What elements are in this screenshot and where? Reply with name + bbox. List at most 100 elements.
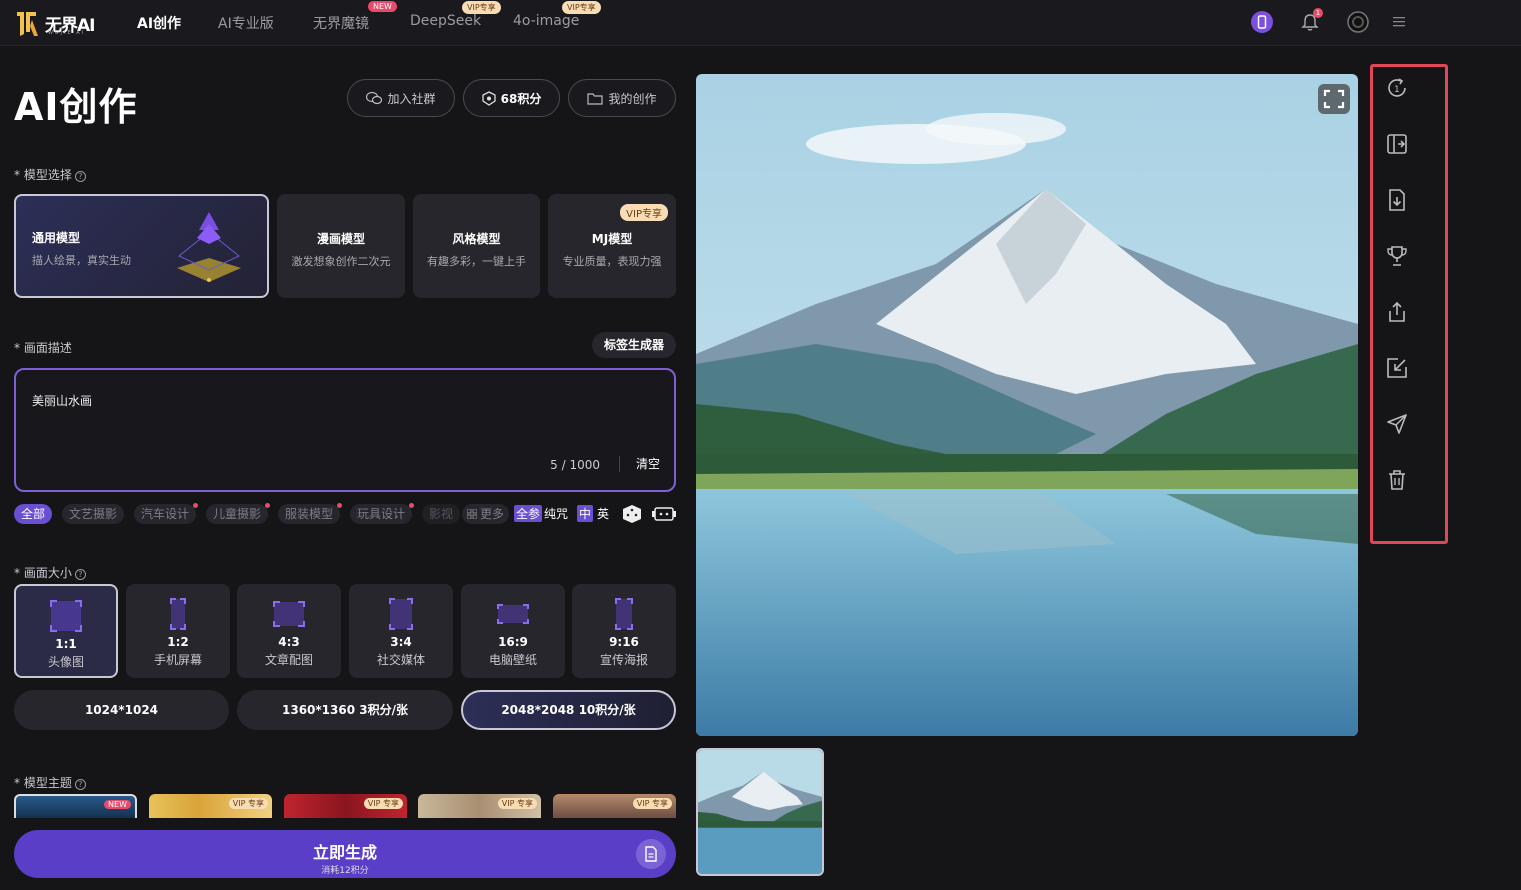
menu-button[interactable] <box>1389 11 1411 33</box>
theme-section-text: * 模型主题 <box>14 776 72 790</box>
nav-tab-ai-create[interactable]: AI创作 <box>137 13 181 33</box>
prompt-textarea[interactable]: 美丽山水画 5 / 1000 清空 <box>14 368 676 492</box>
nav-tab-ai-pro[interactable]: AI专业版 <box>218 13 274 33</box>
model-title: 风格模型 <box>452 232 501 246</box>
chip-label: 文艺摄影 <box>69 507 118 521</box>
fullscreen-icon <box>1323 89 1345 109</box>
ratio-name: 社交媒体 <box>376 653 425 667</box>
dice-icon[interactable] <box>622 504 642 524</box>
theme-card[interactable]: VIP 专享 <box>149 794 272 818</box>
more-label: 更多 <box>480 507 505 521</box>
my-creations-button[interactable]: 我的创作 <box>568 79 676 117</box>
open-external-icon[interactable] <box>1385 356 1409 380</box>
mobile-app-button[interactable] <box>1251 11 1273 33</box>
join-community-button[interactable]: 加入社群 <box>347 79 455 117</box>
ratio-3-4[interactable]: 3:4 社交媒体 <box>349 584 453 678</box>
chip-label: 汽车设计 <box>141 507 190 521</box>
model-card-general[interactable]: 通用模型 描人绘景，真实生动 <box>14 194 269 298</box>
resolution-1024[interactable]: 1024*1024 <box>14 690 229 730</box>
clear-button[interactable]: 清空 <box>636 455 660 472</box>
tag-generator-button[interactable]: 标签生成器 <box>592 332 676 358</box>
generate-button[interactable]: 立即生成 消耗12积分 <box>14 830 676 878</box>
model-card-mj[interactable]: VIP专享 MJ模型 专业质量，表现力强 <box>548 194 676 298</box>
logo[interactable]: 无界AI WUJIE AI <box>14 6 106 40</box>
model-card-comic[interactable]: 漫画模型 激发想象创作二次元 <box>277 194 405 298</box>
side-toolbar: 1 <box>1370 64 1448 544</box>
avatar-icon <box>1347 11 1369 33</box>
theme-section-label: * 模型主题? <box>14 774 86 791</box>
help-icon[interactable]: ? <box>74 171 86 182</box>
size-section-text: * 画面大小 <box>14 566 72 580</box>
ratio-frame-icon <box>497 604 529 624</box>
nav-tab-magic-mirror[interactable]: 无界魔镜 NEW <box>313 1 397 33</box>
model-desc: 专业质量，表现力强 <box>562 255 662 268</box>
lang-toggle[interactable]: 中 英 <box>577 505 609 522</box>
model-desc: 有趣多彩，一键上手 <box>427 255 526 268</box>
ratio-frame-icon <box>615 598 633 630</box>
grid-icon <box>467 509 477 519</box>
ratio-value: 4:3 <box>278 635 300 649</box>
help-icon[interactable]: ? <box>74 779 86 790</box>
resolution-1360[interactable]: 1360*1360 3积分/张 <box>237 690 453 730</box>
robot-icon[interactable] <box>652 505 676 523</box>
chip-fashion-model[interactable]: 服装模型 <box>278 503 343 524</box>
ratio-value: 1:1 <box>55 637 77 651</box>
chip-film[interactable]: 影视 <box>422 504 461 524</box>
notification-count: 1 <box>1313 8 1323 18</box>
vip-badge: VIP专享 <box>562 1 601 14</box>
user-avatar[interactable] <box>1347 11 1369 33</box>
theme-card[interactable]: NEW <box>14 794 137 818</box>
chip-kids-photo[interactable]: 儿童摄影 <box>206 503 271 524</box>
file-button[interactable] <box>636 839 666 869</box>
share-icon[interactable] <box>1385 300 1409 324</box>
ratio-1-1[interactable]: 1:1 头像图 <box>14 584 118 678</box>
landscape-image <box>696 74 1358 736</box>
ratio-frame-icon <box>170 598 186 630</box>
lang-cn-option[interactable]: 中 <box>577 505 594 522</box>
ratio-name: 文章配图 <box>264 653 313 667</box>
nav-tab-deepseek[interactable]: DeepSeek VIP专享 <box>410 1 501 29</box>
download-icon[interactable] <box>1385 188 1409 212</box>
points-button[interactable]: 68积分 <box>463 79 560 117</box>
model-card-style[interactable]: 风格模型 有趣多彩，一键上手 <box>413 194 540 298</box>
param-toggle[interactable]: 全参 纯咒 <box>514 505 568 522</box>
full-param-option[interactable]: 全参 <box>514 505 543 522</box>
theme-card[interactable]: VIP 专享 <box>418 794 541 818</box>
ratio-4-3[interactable]: 4:3 文章配图 <box>237 584 341 678</box>
my-creations-label: 我的创作 <box>608 91 657 106</box>
more-button[interactable]: 更多 <box>462 504 510 524</box>
chip-art-photo[interactable]: 文艺摄影 <box>62 504 125 524</box>
pure-spell-option[interactable]: 纯咒 <box>544 505 568 522</box>
delete-icon[interactable] <box>1385 468 1409 492</box>
new-badge: NEW <box>104 800 131 809</box>
theme-card[interactable]: VIP 专享 <box>284 794 407 818</box>
help-icon[interactable]: ? <box>74 569 86 580</box>
ratio-name: 手机屏幕 <box>153 653 202 667</box>
model-title: 漫画模型 <box>316 232 365 246</box>
history-icon[interactable]: 1 <box>1385 76 1409 100</box>
generated-image[interactable] <box>696 74 1358 736</box>
resolution-2048[interactable]: 2048*2048 10积分/张 <box>461 690 676 730</box>
nav-tab-label: 4o-image <box>513 13 580 29</box>
send-icon[interactable] <box>1385 412 1409 436</box>
fullscreen-button[interactable] <box>1318 84 1350 114</box>
trophy-icon[interactable] <box>1385 244 1409 268</box>
ratio-9-16[interactable]: 9:16 宣传海报 <box>572 584 676 678</box>
red-dot <box>193 503 199 508</box>
nav-tab-label: DeepSeek <box>410 13 482 29</box>
nav-tab-4o-image[interactable]: 4o-image VIP专享 <box>513 1 601 29</box>
chip-label: 服装模型 <box>285 507 334 521</box>
notification-button[interactable]: 1 <box>1299 8 1323 33</box>
theme-card[interactable]: VIP 专享 <box>553 794 676 818</box>
vip-badge: VIP 专享 <box>363 798 403 809</box>
ratio-value: 16:9 <box>498 635 528 649</box>
chip-all[interactable]: 全部 <box>14 504 53 524</box>
shield-points-icon <box>481 90 496 106</box>
chip-car-design[interactable]: 汽车设计 <box>134 503 199 524</box>
ratio-1-2[interactable]: 1:2 手机屏幕 <box>126 584 230 678</box>
image-thumbnail[interactable] <box>696 748 824 876</box>
lang-en-option[interactable]: 英 <box>597 505 609 522</box>
ratio-16-9[interactable]: 16:9 电脑壁纸 <box>461 584 565 678</box>
edit-export-icon[interactable] <box>1385 132 1409 156</box>
chip-toy-design[interactable]: 玩具设计 <box>350 503 415 524</box>
